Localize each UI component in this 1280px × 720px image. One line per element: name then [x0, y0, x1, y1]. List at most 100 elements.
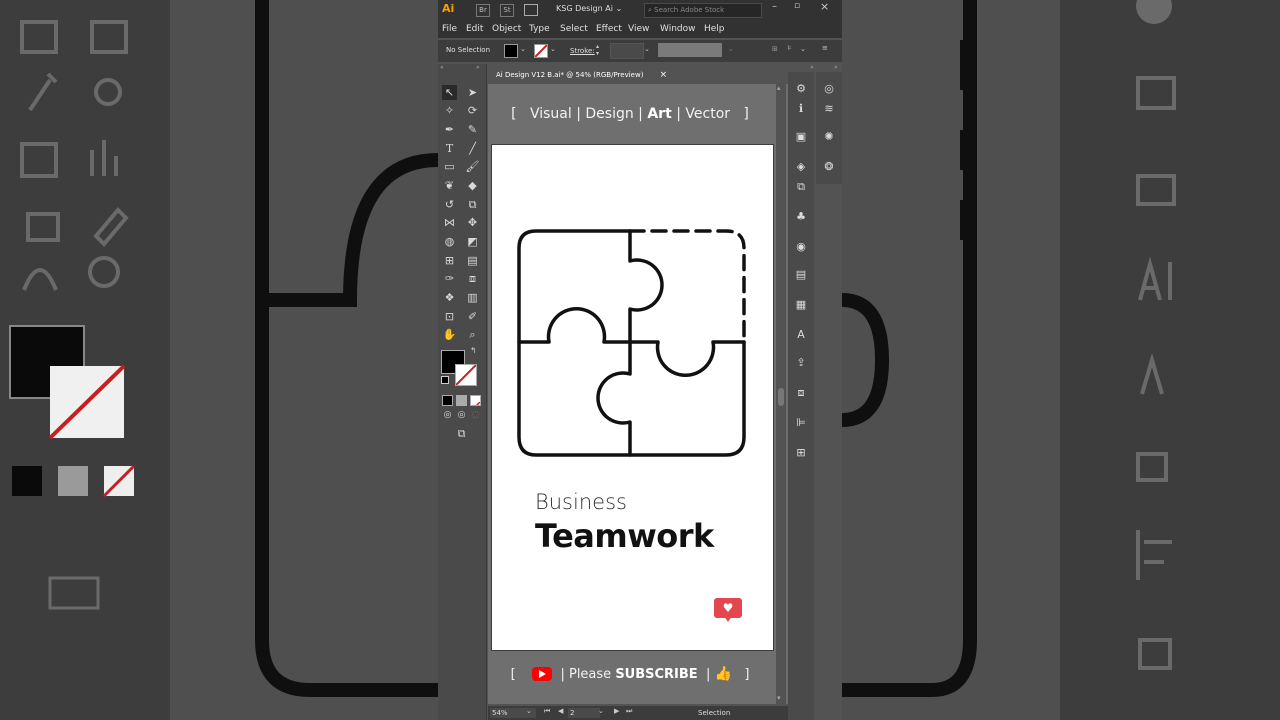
chevron-down-icon[interactable]: ⌄ — [598, 707, 604, 715]
width-tool-icon[interactable]: ⋈ — [442, 215, 457, 230]
gradient-mode-button[interactable] — [456, 395, 467, 406]
variable-width-profile[interactable] — [658, 43, 722, 57]
close-button[interactable]: × — [820, 0, 829, 13]
align-to-icon[interactable]: ⊞ — [772, 45, 778, 53]
close-tab-icon[interactable]: × — [660, 70, 668, 80]
align-icon[interactable]: ⊫ — [794, 416, 808, 430]
symbol-sprayer-tool-icon[interactable]: ❖ — [442, 290, 457, 305]
graphic-styles-icon[interactable]: ✺ — [822, 130, 836, 144]
document-tab[interactable]: Ai Design V12 B.ai* @ 54% (RGB/Preview) … — [492, 66, 672, 84]
menu-object[interactable]: Object — [492, 24, 521, 34]
vertical-scrollbar[interactable]: ▴ ▾ — [776, 84, 786, 704]
perspective-grid-tool-icon[interactable]: ◩ — [465, 234, 480, 249]
scale-tool-icon[interactable]: ⧉ — [465, 197, 480, 212]
fill-swatch[interactable] — [504, 44, 518, 58]
chevron-down-icon[interactable]: ⌄ — [550, 45, 556, 53]
collapse-arrows-icon[interactable]: » — [476, 64, 480, 71]
default-colors-icon[interactable] — [441, 376, 449, 384]
previous-artboard-icon[interactable]: ◀ — [558, 707, 563, 715]
collapse-arrows-icon[interactable]: « — [440, 64, 444, 71]
line-tool-icon[interactable]: ╱ — [465, 141, 480, 156]
chevron-down-icon[interactable]: ⌄ — [644, 45, 650, 53]
lasso-tool-icon[interactable]: ⟳ — [465, 103, 480, 118]
chevron-down-icon[interactable]: ⌄ — [520, 45, 526, 53]
type-tool-icon[interactable]: T — [442, 141, 457, 156]
chevron-down-icon[interactable]: ⌄ — [800, 45, 806, 53]
stroke-color-box[interactable] — [455, 364, 477, 386]
shaper-tool-icon[interactable]: ❦ — [442, 178, 457, 193]
gradient-icon[interactable]: ▤ — [794, 268, 808, 282]
pen-tool-icon[interactable]: ✒ — [442, 122, 457, 137]
menu-help[interactable]: Help — [704, 24, 725, 34]
selection-tool-icon[interactable]: ↖ — [442, 85, 457, 100]
menu-window[interactable]: Window — [660, 24, 696, 34]
workspace-switcher[interactable]: KSG Design Ai ⌄ — [556, 4, 622, 13]
artboard-tool-icon[interactable]: ⊡ — [442, 309, 457, 324]
column-graph-tool-icon[interactable]: ▥ — [465, 290, 480, 305]
info-icon[interactable]: ℹ — [794, 102, 808, 116]
mesh-tool-icon[interactable]: ⊞ — [442, 253, 457, 268]
stroke-swatch[interactable] — [534, 44, 548, 58]
color-guide-icon[interactable]: ◎ — [822, 82, 836, 96]
swap-colors-icon[interactable]: ↰ — [470, 346, 477, 355]
character-icon[interactable]: A — [794, 328, 808, 342]
asset-export-icon[interactable]: ⇪ — [794, 356, 808, 370]
align-options-icon[interactable]: ⊧ — [788, 44, 792, 52]
hand-tool-icon[interactable]: ✋ — [442, 327, 457, 342]
stroke-weight-input[interactable] — [610, 43, 644, 59]
menu-select[interactable]: Select — [560, 24, 588, 34]
menu-view[interactable]: View — [628, 24, 649, 34]
maximize-button[interactable]: ▫ — [794, 1, 800, 11]
draw-inside-icon[interactable]: ◌ — [468, 408, 483, 423]
paintbrush-tool-icon[interactable]: 🖌 — [465, 159, 480, 174]
minimize-button[interactable]: – — [772, 1, 777, 12]
libraries-icon[interactable]: ▣ — [794, 130, 808, 144]
scrollbar-thumb[interactable] — [778, 388, 784, 406]
transparency-icon[interactable]: ▦ — [794, 298, 808, 312]
screen-mode-icon[interactable]: ⧉ — [454, 426, 469, 441]
direct-selection-tool-icon[interactable]: ➤ — [465, 85, 480, 100]
last-artboard-icon[interactable]: ⏭ — [626, 707, 632, 716]
properties-icon[interactable]: ⚙ — [794, 82, 808, 96]
none-mode-button[interactable] — [470, 395, 481, 406]
gradient-tool-icon[interactable]: ▤ — [465, 253, 480, 268]
rectangle-tool-icon[interactable]: ▭ — [442, 159, 457, 174]
first-artboard-icon[interactable]: ⏮ — [544, 707, 550, 716]
artboard[interactable]: Business Teamwork ♥ — [491, 144, 774, 651]
pathfinder-icon[interactable]: ⧈ — [794, 386, 808, 400]
zoom-tool-icon[interactable]: ⌕ — [465, 327, 480, 342]
slice-tool-icon[interactable]: ✐ — [465, 309, 480, 324]
artboards-icon[interactable]: ⧉ — [794, 180, 808, 194]
menu-file[interactable]: File — [442, 24, 457, 34]
bridge-button[interactable]: Br — [476, 4, 490, 17]
appearance-icon[interactable]: ◉ — [794, 240, 808, 254]
scroll-up-arrow-icon[interactable]: ▴ — [777, 84, 781, 92]
shape-builder-tool-icon[interactable]: ◍ — [442, 234, 457, 249]
menu-edit[interactable]: Edit — [466, 24, 483, 34]
next-artboard-icon[interactable]: ▶ — [614, 707, 619, 715]
collapse-arrows-icon[interactable]: » — [834, 64, 838, 71]
curvature-tool-icon[interactable]: ✎ — [465, 122, 480, 137]
chevron-down-icon[interactable]: ⌄ — [728, 45, 734, 53]
stroke-weight-stepper[interactable]: ▴ ▾ — [596, 43, 606, 57]
canvas[interactable]: [ Visual | Design | Art | Vector ] Busin… — [488, 84, 788, 704]
transform-icon[interactable]: ⊞ — [794, 446, 808, 460]
stock-search-input[interactable]: ⌕ Search Adobe Stock — [644, 3, 762, 18]
chevron-down-icon[interactable]: ⌄ — [526, 707, 532, 715]
magic-wand-tool-icon[interactable]: ✧ — [442, 103, 457, 118]
collapse-arrows-icon[interactable]: « — [810, 64, 814, 71]
stock-button[interactable]: St — [500, 4, 514, 17]
eyedropper-tool-icon[interactable]: ✑ — [442, 271, 457, 286]
artboard-number-field[interactable]: 2 — [568, 708, 600, 718]
draw-normal-icon[interactable]: ◎ — [440, 408, 455, 423]
symbols-icon[interactable]: ♣ — [794, 210, 808, 224]
menu-type[interactable]: Type — [529, 24, 550, 34]
menu-effect[interactable]: Effect — [596, 24, 622, 34]
eraser-tool-icon[interactable]: ◆ — [465, 178, 480, 193]
swatches-icon[interactable]: ❂ — [822, 160, 836, 174]
brushes-icon[interactable]: ≋ — [822, 102, 836, 116]
rotate-tool-icon[interactable]: ↺ — [442, 197, 457, 212]
menu-lines-icon[interactable]: ≡ — [822, 44, 828, 52]
color-mode-button[interactable] — [442, 395, 453, 406]
blend-tool-icon[interactable]: ⧈ — [465, 271, 480, 286]
